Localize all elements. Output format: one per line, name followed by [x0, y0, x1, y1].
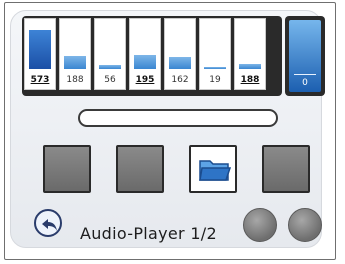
folder-icon: [199, 160, 231, 181]
master-volume-value: 0: [302, 78, 308, 88]
round-button-left[interactable]: [243, 208, 277, 242]
back-button[interactable]: [34, 209, 62, 237]
back-arrow-icon: [42, 219, 57, 231]
eq-band-4-value: 195: [135, 75, 155, 85]
eq-band-3-value: 56: [104, 75, 116, 85]
eq-band-3-level: [99, 65, 121, 69]
player-title: Audio-Player 1/2: [80, 224, 217, 243]
eq-band-1-value: 573: [30, 75, 50, 85]
button-1[interactable]: [43, 145, 91, 193]
open-folder-button[interactable]: [189, 145, 237, 193]
eq-band-6-level: [204, 67, 226, 69]
master-volume-slider[interactable]: 0: [289, 20, 321, 92]
eq-band-7-value: 188: [240, 75, 260, 85]
eq-band-1[interactable]: 573: [24, 18, 56, 90]
round-button-right[interactable]: [288, 208, 322, 242]
button-4[interactable]: [262, 145, 310, 193]
eq-band-5[interactable]: 162: [164, 18, 196, 90]
button-2[interactable]: [116, 145, 164, 193]
eq-band-7[interactable]: 188: [234, 18, 266, 90]
master-volume-marker: [294, 74, 316, 75]
eq-band-5-level: [169, 57, 191, 69]
eq-band-3[interactable]: 56: [94, 18, 126, 90]
eq-band-2-level: [64, 56, 86, 69]
eq-band-6[interactable]: 19: [199, 18, 231, 90]
eq-band-2[interactable]: 188: [59, 18, 91, 90]
equalizer: 573 188 56 195 162 19 188: [24, 18, 266, 90]
playback-progress-bar[interactable]: [78, 109, 278, 127]
eq-band-5-value: 162: [171, 75, 189, 85]
eq-band-1-level: [29, 30, 51, 69]
eq-band-7-level: [239, 64, 261, 69]
eq-band-6-value: 19: [209, 75, 221, 85]
eq-band-2-value: 188: [66, 75, 84, 85]
eq-band-4-level: [134, 55, 156, 69]
eq-band-4[interactable]: 195: [129, 18, 161, 90]
